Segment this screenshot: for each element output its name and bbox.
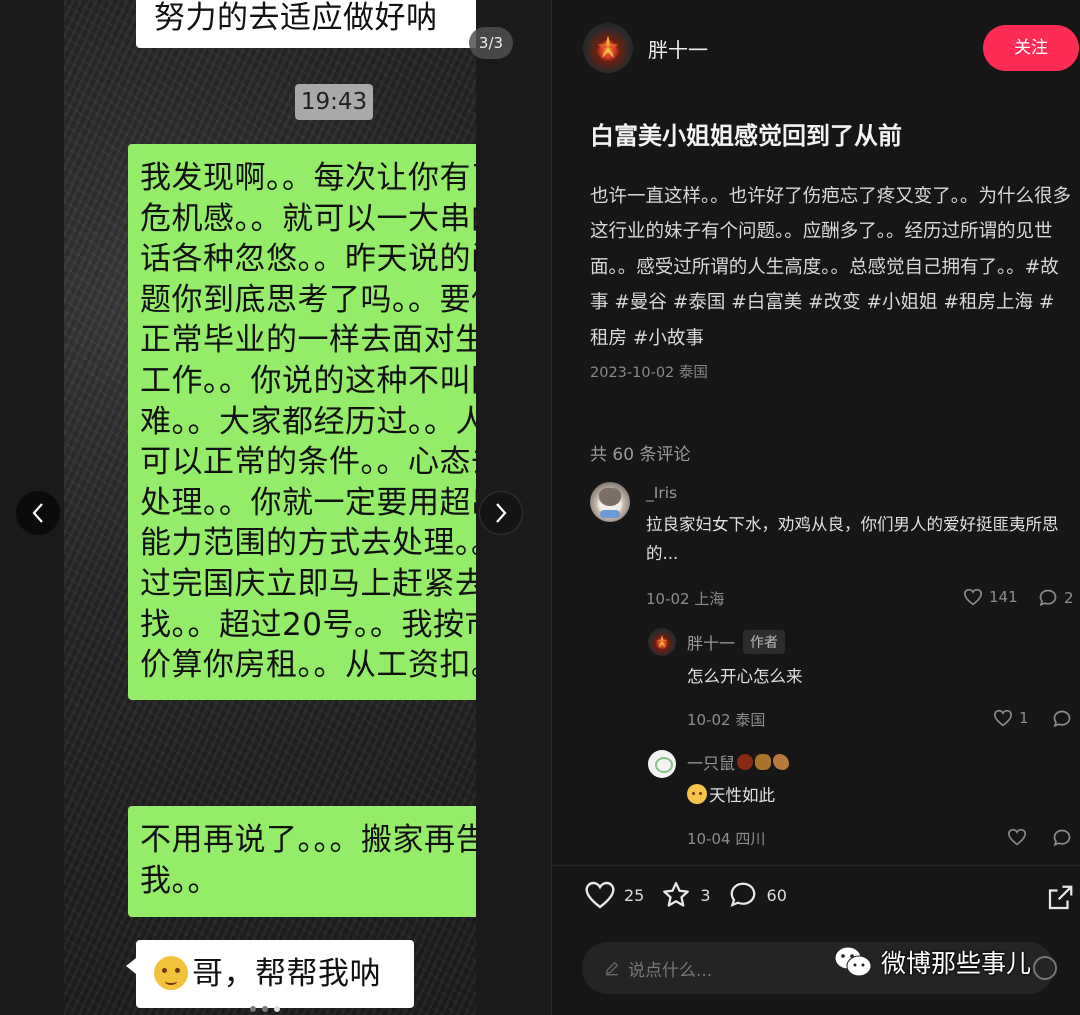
follow-button[interactable]: 关注 [983, 25, 1079, 71]
wechat-logo-icon [834, 946, 872, 977]
hashtag[interactable]: #白富美 [731, 292, 802, 313]
reply-reply-button[interactable] [1052, 709, 1072, 729]
reply-like-button[interactable]: 1 [993, 709, 1029, 727]
page-dot-active[interactable] [274, 1006, 280, 1012]
page-dot[interactable] [262, 1006, 268, 1012]
chat-bubble-bottom-text: 哥，帮帮我呐 [192, 956, 381, 992]
reply-author-name[interactable]: 胖十一 [687, 630, 735, 654]
chat-bubble-outgoing-short: 不用再说了。。。搬家再告诉我。。 [128, 806, 476, 918]
reply-author-avatar[interactable] [648, 750, 676, 778]
previous-image-button[interactable] [16, 491, 60, 535]
chat-bubble-outgoing-long: 我发现啊。。每次让你有了危机感。。就可以一大串的话各种忽悠。。昨天说的问题你到底… [128, 144, 476, 700]
next-image-button[interactable] [479, 491, 523, 535]
heart-icon [585, 881, 615, 909]
post-body: 也许一直这样。。也许好了伤疤忘了疼又变了。。为什么很多这行业的妹子有个问题。。应… [590, 179, 1072, 356]
hashtag[interactable]: #改变 [808, 292, 861, 313]
chestnut-emoji-icon [737, 754, 754, 770]
hashtag[interactable]: #租房上海 [943, 292, 1033, 313]
speech-bubble-icon [1053, 710, 1071, 728]
post-body-text: 也许一直这样。。也许好了伤疤忘了疼又变了。。为什么很多这行业的妹子有个问题。。应… [590, 186, 1072, 278]
like-button[interactable]: 25 [584, 880, 644, 910]
chat-bubble-incoming-bottom: 哥，帮帮我呐 [126, 940, 414, 1008]
post-action-bar: 25 3 60 [584, 880, 803, 910]
hashtag[interactable]: #曼谷 [614, 292, 667, 313]
reply-text: 天性如此 [709, 786, 775, 805]
reply-date-location: 10-02 泰国 [687, 711, 766, 729]
heart-icon [993, 709, 1013, 727]
share-icon [1048, 885, 1073, 910]
image-viewer: 努力的去适应做好呐 19:43 我发现啊。。每次让你有了危机感。。就可以一大串的… [0, 0, 551, 1015]
hashtag[interactable]: #小故事 [633, 328, 704, 349]
comment-like-count: 141 [989, 588, 1018, 606]
hashtag[interactable]: #泰国 [673, 292, 726, 313]
image-page-counter: 3/3 [469, 27, 513, 59]
reply-date-location: 10-04 四川 [687, 830, 766, 848]
reply-reply-button[interactable] [1052, 828, 1072, 848]
chevron-left-icon [32, 503, 43, 523]
speech-bubble-icon [1053, 829, 1071, 847]
post-date-location: 2023-10-02 泰国 [590, 365, 708, 381]
squirrel-emoji-icon [773, 754, 790, 770]
comment-reply-button[interactable]: 2 [1038, 588, 1074, 608]
favorite-button[interactable]: 3 [660, 880, 711, 910]
image-page-dots [250, 1006, 280, 1012]
reply-text: 怎么开心怎么来 [687, 667, 803, 686]
like-count: 25 [624, 885, 645, 905]
smiling-face-emoji-icon [687, 784, 707, 804]
star-icon [663, 882, 690, 907]
pencil-icon [605, 961, 619, 976]
commenter-avatar[interactable] [590, 482, 630, 522]
speech-bubble-icon [730, 882, 755, 907]
favorite-count: 3 [700, 885, 711, 905]
chat-timestamp: 19:43 [295, 84, 373, 120]
chevron-right-icon [496, 503, 507, 523]
post-title: 白富美小姐姐感觉回到了从前 [590, 122, 902, 150]
comment-button[interactable]: 60 [727, 880, 787, 910]
hashtag[interactable]: #小姐姐 [867, 292, 938, 313]
heart-icon [963, 588, 983, 606]
chat-screenshot-image: 努力的去适应做好呐 19:43 我发现啊。。每次让你有了危机感。。就可以一大串的… [64, 0, 476, 1015]
comment-total-count: 60 [766, 885, 787, 905]
reply-like-count: 1 [1019, 709, 1029, 727]
comment-reply-count: 2 [1064, 589, 1074, 607]
reply-author-name-row: 一只鼠 [687, 750, 790, 774]
divider [552, 865, 1080, 866]
worried-face-emoji-icon [154, 956, 188, 990]
page-dot[interactable] [250, 1006, 256, 1012]
reply-like-button[interactable] [1007, 828, 1027, 846]
comment-text: 拉良家妇女下水，劝鸡从良，你们男人的爱好挺匪夷所思的... [646, 515, 1059, 563]
author-badge: 作者 [743, 630, 786, 654]
comment-count: 共 60 条评论 [590, 445, 691, 465]
comment-like-button[interactable]: 141 [963, 588, 1018, 606]
reply-author-avatar[interactable] [648, 628, 676, 656]
commenter-name[interactable]: _Iris [646, 484, 677, 502]
reply-author-name[interactable]: 一只鼠 [687, 750, 735, 774]
author-avatar[interactable] [583, 23, 633, 73]
watermark-text: 微博那些事儿 [881, 949, 1032, 978]
chat-bubble-incoming-top: 努力的去适应做好呐 [136, 0, 476, 48]
share-button[interactable] [1045, 883, 1075, 917]
reply-author-name-row: 胖十一 作者 [687, 630, 786, 654]
emoji-button[interactable] [1033, 956, 1057, 980]
heart-icon [1007, 828, 1027, 846]
watermark: 微博那些事儿 [833, 944, 1031, 980]
reply-text-row: 天性如此 [687, 782, 775, 806]
comment-date-location: 10-02 上海 [646, 590, 725, 608]
peanut-emoji-icon [755, 754, 772, 770]
speech-bubble-icon [1039, 589, 1057, 607]
author-name[interactable]: 胖十一 [648, 34, 708, 63]
post-detail-panel: 胖十一 关注 白富美小姐姐感觉回到了从前 也许一直这样。。也许好了伤疤忘了疼又变… [551, 0, 1080, 1015]
comment-input-placeholder: 说点什么... [628, 960, 713, 981]
